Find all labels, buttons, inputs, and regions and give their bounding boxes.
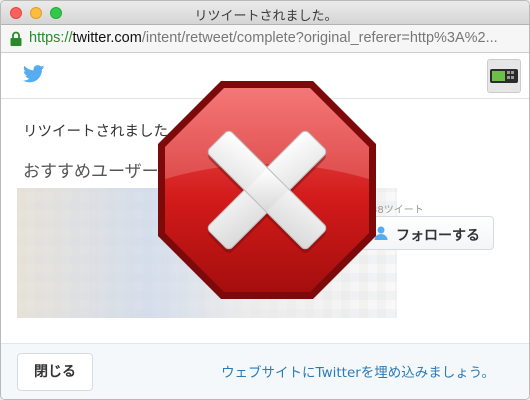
url-host: twitter.com: [72, 30, 142, 46]
user-avatar[interactable]: [487, 59, 521, 93]
window-title: リツイートされました。: [194, 9, 338, 24]
follow-button[interactable]: フォローする: [361, 216, 494, 250]
follow-button-label: フォローする: [396, 228, 480, 244]
browser-window: リツイートされました。 https://twitter.com/intent/r…: [0, 0, 530, 400]
title-bar: リツイートされました。: [1, 1, 529, 25]
error-stop-sign-icon: [158, 81, 376, 299]
recommended-users-heading: おすすめユーザー: [23, 162, 159, 182]
twitter-bird-icon[interactable]: [23, 65, 45, 83]
close-button[interactable]: 閉じる: [17, 353, 93, 391]
lock-icon: [10, 31, 22, 46]
url-scheme: https://: [29, 30, 73, 46]
footer: 閉じる ウェブサイトにTwitterを埋め込みましょう。: [1, 343, 529, 399]
tweet-count: 38ツイート: [371, 205, 424, 216]
avatar-image: [488, 60, 520, 92]
url-path: /intent/retweet/complete?original_refere…: [141, 30, 498, 46]
address-bar[interactable]: https://twitter.com/intent/retweet/compl…: [1, 25, 529, 53]
url-text[interactable]: https://twitter.com/intent/retweet/compl…: [29, 30, 525, 46]
embed-twitter-link[interactable]: ウェブサイトにTwitterを埋め込みましょう。: [221, 361, 495, 381]
